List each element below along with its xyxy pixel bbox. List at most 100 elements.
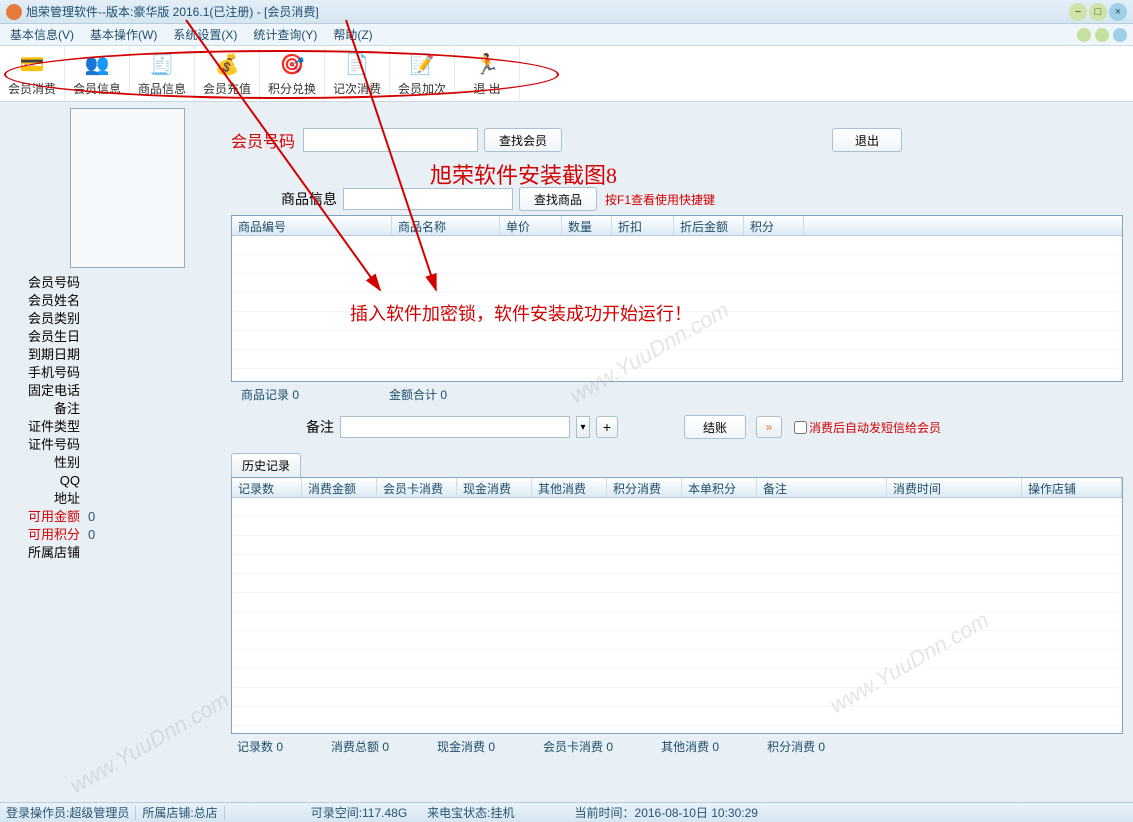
mdi-minimize-button[interactable] <box>1077 28 1091 42</box>
menu-2[interactable]: 系统设置(X) <box>173 26 237 43</box>
member-field-QQ: QQ <box>10 472 80 490</box>
member-field-所属店铺: 所属店铺 <box>10 544 80 562</box>
remark-spinner[interactable]: ▾ <box>576 416 590 438</box>
app-icon <box>6 4 22 20</box>
minimize-button[interactable]: − <box>1069 3 1087 21</box>
member-photo-placeholder <box>70 108 185 268</box>
prod-col-积分[interactable]: 积分 <box>744 216 804 235</box>
product-info-label: 商品信息 <box>281 189 337 209</box>
member-number-input[interactable] <box>303 128 478 152</box>
toolbar-会员消费[interactable]: 💳 会员消费 <box>0 46 65 101</box>
toolbar-icon-6: 📝 <box>408 50 436 78</box>
member-value-可用积分: 0 <box>88 526 95 544</box>
toolbar-记次消费[interactable]: 📄记次消费 <box>325 46 390 101</box>
mdi-maximize-button[interactable] <box>1095 28 1109 42</box>
hist-summary-2: 现金消费 0 <box>437 738 495 755</box>
toolbar-label-2: 商品信息 <box>138 80 186 97</box>
member-field-证件类型: 证件类型 <box>10 418 80 436</box>
toolbar-会员信息[interactable]: 👥 会员信息 <box>65 46 130 101</box>
hist-col-操作店铺[interactable]: 操作店铺 <box>1022 478 1122 497</box>
product-grid-body[interactable] <box>232 236 1122 381</box>
prod-col-商品名称[interactable]: 商品名称 <box>392 216 500 235</box>
sms-label: 消费后自动发短信给会员 <box>809 419 941 436</box>
hist-col-现金消费[interactable]: 现金消费 <box>457 478 532 497</box>
f1-hint: 按F1查看使用快捷键 <box>605 191 715 208</box>
toolbar-label-5: 记次消费 <box>333 80 381 97</box>
close-button[interactable]: × <box>1109 3 1127 21</box>
remark-input[interactable] <box>340 416 570 438</box>
toolbar-label-4: 积分兑换 <box>268 80 316 97</box>
toolbar-label-3: 会员充值 <box>203 80 251 97</box>
member-field-性别: 性别 <box>10 454 80 472</box>
toolbar-label-1: 会员信息 <box>73 80 121 97</box>
product-grid: 商品编号商品名称单价数量折扣折后金额积分 <box>231 215 1123 382</box>
hist-col-消费金额[interactable]: 消费金额 <box>302 478 377 497</box>
status-phone: 来电宝状态:挂机 <box>427 804 514 821</box>
hist-col-积分消费[interactable]: 积分消费 <box>607 478 682 497</box>
member-field-证件号码: 证件号码 <box>10 436 80 454</box>
product-info-input[interactable] <box>343 188 513 210</box>
prod-col-单价[interactable]: 单价 <box>500 216 562 235</box>
hist-col-其他消费[interactable]: 其他消费 <box>532 478 607 497</box>
member-field-会员号码: 会员号码 <box>10 274 80 292</box>
window-title: 旭荣管理软件--版本:豪华版 2016.1(已注册) - [会员消费] <box>26 3 1069 20</box>
checkout-button[interactable]: 结账 <box>684 415 746 439</box>
hist-col-消费时间[interactable]: 消费时间 <box>887 478 1022 497</box>
member-field-可用积分: 可用积分 <box>28 527 80 542</box>
hist-summary-3: 会员卡消费 0 <box>543 738 613 755</box>
exit-button[interactable]: 退出 <box>832 128 902 152</box>
history-grid: 记录数消费金额会员卡消费现金消费其他消费积分消费本单积分备注消费时间操作店铺 <box>231 477 1123 734</box>
product-records-count: 商品记录 0 <box>241 386 299 403</box>
member-number-label: 会员号码 <box>231 128 295 152</box>
toolbar-会员充值[interactable]: 💰 会员充值 <box>195 46 260 101</box>
menu-0[interactable]: 基本信息(V) <box>10 26 74 43</box>
find-product-button[interactable]: 查找商品 <box>519 187 597 211</box>
menu-1[interactable]: 基本操作(W) <box>90 26 157 43</box>
hist-summary-4: 其他消费 0 <box>661 738 719 755</box>
toolbar-退 出[interactable]: 🏃退 出 <box>455 46 520 101</box>
toolbar-icon-0: 💳 <box>18 50 46 78</box>
toolbar-会员加次[interactable]: 📝会员加次 <box>390 46 455 101</box>
history-grid-body[interactable] <box>232 498 1122 733</box>
prod-col-商品编号[interactable]: 商品编号 <box>232 216 392 235</box>
remark-label: 备注 <box>306 417 334 437</box>
toolbar-label-0: 会员消费 <box>8 80 56 97</box>
member-field-备注: 备注 <box>10 400 80 418</box>
member-field-地址: 地址 <box>10 490 80 508</box>
mdi-close-button[interactable] <box>1113 28 1127 42</box>
toolbar-icon-3: 💰 <box>213 50 241 78</box>
prod-col-折扣[interactable]: 折扣 <box>612 216 674 235</box>
toolbar-icon-2: 🧾 <box>148 50 176 78</box>
maximize-button[interactable]: □ <box>1089 3 1107 21</box>
toolbar-icon-1: 👥 <box>83 50 111 78</box>
hist-summary-5: 积分消费 0 <box>767 738 825 755</box>
sms-checkbox[interactable] <box>794 421 807 434</box>
status-shop: 所属店铺:总店 <box>142 804 217 821</box>
find-member-button[interactable]: 查找会员 <box>484 128 562 152</box>
amount-total: 金额合计 0 <box>389 386 447 403</box>
remark-add-button[interactable]: + <box>596 416 618 438</box>
expand-button[interactable]: » <box>756 416 782 438</box>
hist-summary-0: 记录数 0 <box>237 738 283 755</box>
hist-col-本单积分[interactable]: 本单积分 <box>682 478 757 497</box>
prod-col-折后金额[interactable]: 折后金额 <box>674 216 744 235</box>
member-value-可用金额: 0 <box>88 508 95 526</box>
member-field-可用金额: 可用金额 <box>28 509 80 524</box>
toolbar-积分兑换[interactable]: 🎯积分兑换 <box>260 46 325 101</box>
history-tab[interactable]: 历史记录 <box>231 453 301 477</box>
status-time: 当前时间：2016-08-10日 10:30:29 <box>575 804 758 821</box>
hist-col-备注[interactable]: 备注 <box>757 478 887 497</box>
status-operator: 登录操作员:超级管理员 <box>6 804 129 821</box>
menu-4[interactable]: 帮助(Z) <box>333 26 372 43</box>
member-field-会员生日: 会员生日 <box>10 328 80 346</box>
toolbar-icon-7: 🏃 <box>473 50 501 78</box>
hist-col-会员卡消费[interactable]: 会员卡消费 <box>377 478 457 497</box>
toolbar-商品信息[interactable]: 🧾 商品信息 <box>130 46 195 101</box>
hist-summary-1: 消费总额 0 <box>331 738 389 755</box>
prod-col-数量[interactable]: 数量 <box>562 216 612 235</box>
menu-3[interactable]: 统计查询(Y) <box>253 26 317 43</box>
member-field-会员类别: 会员类别 <box>10 310 80 328</box>
member-field-会员姓名: 会员姓名 <box>10 292 80 310</box>
hist-col-记录数[interactable]: 记录数 <box>232 478 302 497</box>
member-field-到期日期: 到期日期 <box>10 346 80 364</box>
